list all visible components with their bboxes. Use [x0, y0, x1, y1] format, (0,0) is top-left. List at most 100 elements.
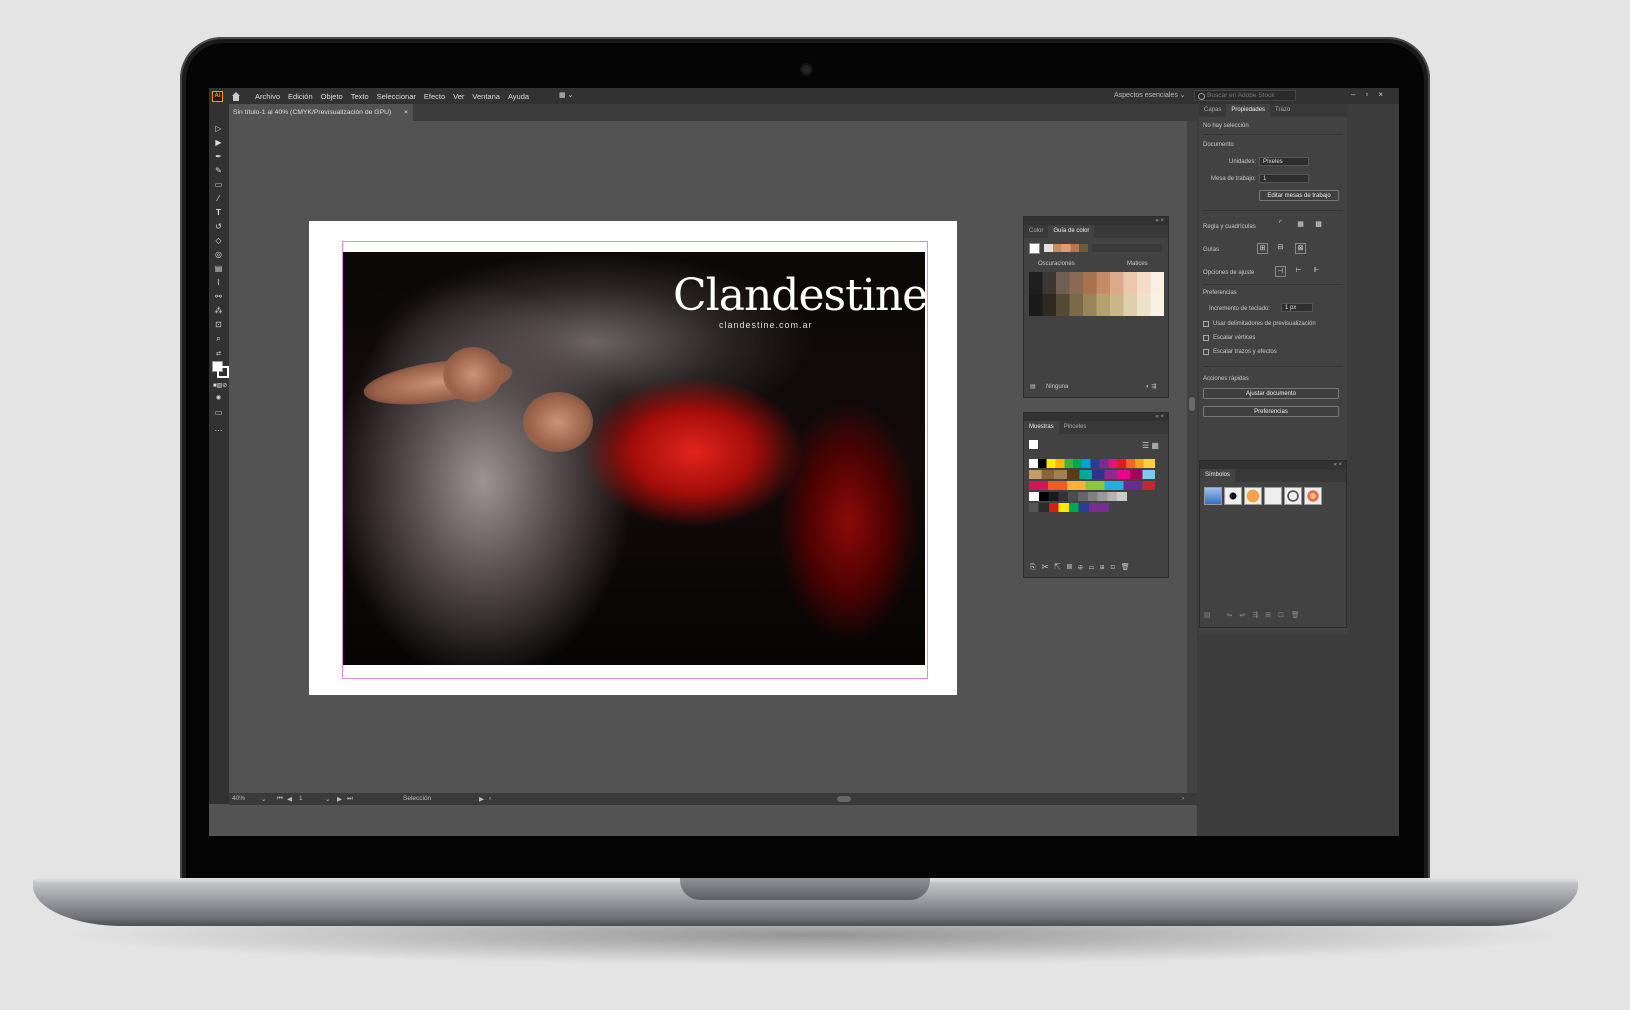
- menu-ayuda[interactable]: Ayuda: [508, 92, 529, 101]
- grayscale-swatches[interactable]: [1029, 492, 1127, 501]
- harmony-strip[interactable]: [1044, 244, 1088, 252]
- color-group-swatches[interactable]: [1029, 503, 1109, 512]
- curvature-tool-icon[interactable]: ✎: [213, 166, 224, 175]
- rotate-tool-icon[interactable]: ↺: [213, 222, 224, 231]
- menu-efecto[interactable]: Efecto: [424, 92, 445, 101]
- draw-mode-icon[interactable]: ◉: [213, 394, 224, 403]
- gradient-tool-icon[interactable]: ▤: [213, 264, 224, 273]
- scroll-right-icon[interactable]: ›: [1182, 795, 1184, 802]
- arrange-documents-icon[interactable]: ▦ ⌄: [559, 91, 577, 100]
- stock-search-input[interactable]: Buscar en Adobe Stock: [1194, 90, 1296, 101]
- snap-to-pixel-icon[interactable]: ⊢: [1293, 266, 1304, 277]
- preview-bounds-checkbox[interactable]: [1203, 321, 1209, 327]
- show-guides-icon[interactable]: ⊞: [1257, 243, 1268, 254]
- symbol-orange-button[interactable]: [1244, 487, 1262, 505]
- vertical-scroll-thumb[interactable]: [1189, 397, 1195, 411]
- next-artboard-icon[interactable]: ▶: [337, 795, 342, 803]
- swatches-row-1[interactable]: [1029, 459, 1155, 468]
- swatches-collapse-icon[interactable]: « ×: [1024, 413, 1168, 421]
- snap-to-point-icon[interactable]: ⊣: [1275, 266, 1286, 277]
- selection-tool-icon[interactable]: ▷: [213, 124, 224, 133]
- symbol-sprayer-tool-icon[interactable]: ⁂: [213, 306, 224, 315]
- swatches-footer-icons[interactable]: ⎘✂⇱▤⊕▭⊞⊡🗑: [1030, 563, 1136, 572]
- symbols-collapse-icon[interactable]: « ×: [1200, 461, 1346, 469]
- harmony-rules-dropdown[interactable]: [1092, 244, 1162, 252]
- color-group-icon[interactable]: ▤: [1030, 383, 1036, 390]
- close-tab-icon[interactable]: ×: [404, 104, 408, 121]
- horizontal-scroll-thumb[interactable]: [837, 796, 851, 802]
- menu-texto[interactable]: Texto: [351, 92, 369, 101]
- panel-collapse-icon[interactable]: « ×: [1024, 217, 1168, 225]
- zoom-level[interactable]: 40%: [232, 795, 245, 802]
- preferences-button[interactable]: Preferencias: [1203, 406, 1339, 417]
- tab-brushes[interactable]: Pinceles: [1059, 421, 1092, 434]
- symbol-ink-splat[interactable]: [1224, 487, 1242, 505]
- artboard-tool-icon[interactable]: ⊡: [213, 320, 224, 329]
- swatches-row-2[interactable]: [1029, 470, 1155, 479]
- swap-colors-icon[interactable]: ⇄: [213, 350, 224, 359]
- symbol-flower[interactable]: [1304, 487, 1322, 505]
- direct-selection-tool-icon[interactable]: ▶: [213, 138, 224, 147]
- more-tools-icon[interactable]: ⋯: [213, 426, 224, 435]
- swatch-fill-icon[interactable]: [1029, 440, 1038, 449]
- perspective-grid-icon[interactable]: ▩: [1313, 220, 1324, 231]
- edit-artboards-button[interactable]: Editar mesas de trabajo: [1259, 190, 1339, 201]
- type-tool-icon[interactable]: T: [213, 208, 224, 217]
- artboard[interactable]: Clandestine clandestine.com.ar: [309, 221, 957, 695]
- menu-edicion[interactable]: Edición: [288, 92, 313, 101]
- menu-objeto[interactable]: Objeto: [321, 92, 343, 101]
- prev-artboard-icon[interactable]: ◀: [287, 795, 292, 803]
- status-menu-icon[interactable]: ▶: [479, 795, 484, 803]
- symbol-blue-banner[interactable]: [1204, 487, 1222, 505]
- first-artboard-icon[interactable]: ⏮: [277, 795, 283, 803]
- grid-icon[interactable]: ▦: [1295, 220, 1306, 231]
- screen-mode-icon[interactable]: ▭: [213, 408, 224, 417]
- pen-tool-icon[interactable]: ✒: [213, 152, 224, 161]
- ruler-icon[interactable]: ⌜: [1275, 220, 1286, 231]
- units-dropdown[interactable]: Píxeles: [1259, 157, 1309, 166]
- symbols-footer-icons[interactable]: ▤ ⇋⇌⇶⊞⊡🗑: [1204, 611, 1307, 619]
- eyedropper-tool-icon[interactable]: ⌇: [213, 278, 224, 287]
- scale-corners-checkbox[interactable]: [1203, 335, 1209, 341]
- smart-guides-icon[interactable]: ⊠: [1295, 243, 1306, 254]
- eraser-tool-icon[interactable]: ◇: [213, 236, 224, 245]
- zoom-dropdown-icon[interactable]: ⌄: [261, 795, 266, 803]
- artboard-dropdown[interactable]: 1: [1259, 174, 1309, 183]
- menu-seleccionar[interactable]: Seleccionar: [377, 92, 416, 101]
- base-color-swatch[interactable]: [1029, 243, 1040, 254]
- scale-strokes-checkbox[interactable]: [1203, 349, 1209, 355]
- tab-swatches[interactable]: Muestras: [1024, 421, 1059, 434]
- tab-properties[interactable]: Propiedades: [1226, 104, 1271, 117]
- color-mode-icon[interactable]: ■▨⊘: [213, 382, 227, 391]
- blend-tool-icon[interactable]: ⚯: [213, 292, 224, 301]
- menu-ver[interactable]: Ver: [453, 92, 464, 101]
- zoom-tool-icon[interactable]: ⌕: [213, 334, 224, 343]
- artboard-dropdown-icon[interactable]: ⌄: [325, 795, 330, 803]
- symbol-frame-corner[interactable]: [1264, 487, 1282, 505]
- tab-stroke[interactable]: Trazo: [1270, 104, 1295, 117]
- document-tab[interactable]: Sin título-1 al 40% (CMYK/Previsualizaci…: [229, 104, 413, 121]
- color-guide-options-icon[interactable]: ◐ ⇶: [1146, 383, 1156, 390]
- swatch-view-toggle-icon[interactable]: ☰ ▦: [1142, 441, 1159, 450]
- tab-layers[interactable]: Capas: [1199, 104, 1226, 117]
- menu-ventana[interactable]: Ventana: [472, 92, 500, 101]
- tab-color[interactable]: Color: [1024, 225, 1048, 238]
- scroll-left-icon[interactable]: ‹: [489, 795, 491, 802]
- brush-tool-icon[interactable]: ⁄: [213, 194, 224, 203]
- workspace-switcher[interactable]: Aspectos esenciales ⌄: [1114, 91, 1186, 99]
- tab-symbols[interactable]: Símbolos: [1200, 469, 1236, 482]
- artboard-number[interactable]: 1: [299, 795, 303, 802]
- home-icon[interactable]: [231, 91, 241, 101]
- vertical-scrollbar[interactable]: [1187, 121, 1197, 793]
- color-variations-row2[interactable]: [1029, 294, 1164, 316]
- swatches-row-3[interactable]: [1029, 481, 1155, 490]
- last-artboard-icon[interactable]: ⏭: [347, 795, 353, 803]
- tab-color-guide[interactable]: Guía de color: [1048, 225, 1095, 238]
- snap-to-glyph-icon[interactable]: ⊩: [1311, 266, 1322, 277]
- keyboard-increment-input[interactable]: 1 px: [1281, 303, 1313, 312]
- stroke-swatch[interactable]: [217, 366, 229, 378]
- rectangle-tool-icon[interactable]: ▭: [213, 180, 224, 189]
- shape-builder-tool-icon[interactable]: ◎: [213, 250, 224, 259]
- lock-guides-icon[interactable]: ⊟: [1275, 243, 1286, 254]
- symbol-gear[interactable]: [1284, 487, 1302, 505]
